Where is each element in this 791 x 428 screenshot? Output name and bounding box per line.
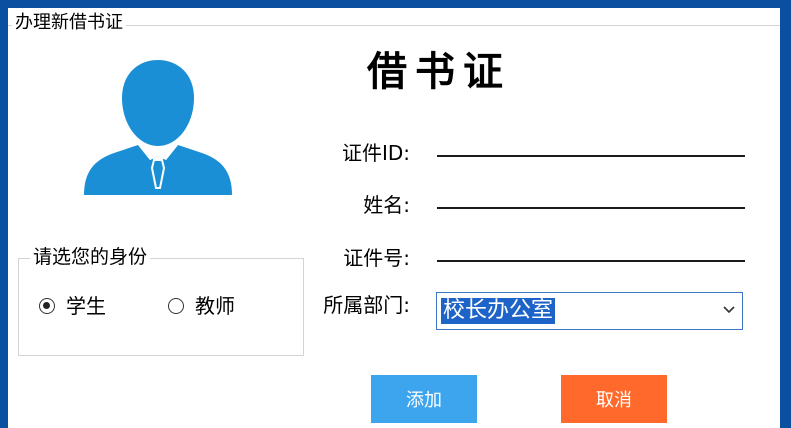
window-frame-right (780, 0, 791, 428)
chevron-down-icon[interactable] (722, 302, 736, 316)
name-label: 姓名: (363, 193, 410, 217)
department-select[interactable]: 校长办公室 (436, 292, 743, 330)
role-groupbox (18, 258, 304, 356)
name-field[interactable] (437, 207, 745, 209)
card-number-label: 证件号: (343, 246, 410, 270)
user-avatar-icon (84, 60, 232, 195)
window-frame-top (0, 0, 791, 8)
cancel-button[interactable]: 取消 (561, 375, 667, 423)
department-selected-value: 校长办公室 (441, 298, 556, 324)
window-frame-left (0, 0, 8, 428)
add-button[interactable]: 添加 (371, 375, 477, 423)
card-number-field[interactable] (437, 260, 745, 262)
radio-student-label[interactable]: 学生 (66, 293, 106, 319)
card-heading: 借书证 (367, 48, 511, 95)
radio-teacher[interactable] (168, 298, 184, 314)
radio-student[interactable] (39, 298, 55, 314)
id-field[interactable] (437, 155, 745, 157)
department-label: 所属部门: (323, 293, 410, 317)
radio-teacher-label[interactable]: 教师 (195, 293, 235, 319)
role-group-title: 请选您的身份 (30, 244, 151, 270)
id-label: 证件ID: (341, 141, 410, 165)
group-title: 办理新借书证 (12, 11, 126, 35)
